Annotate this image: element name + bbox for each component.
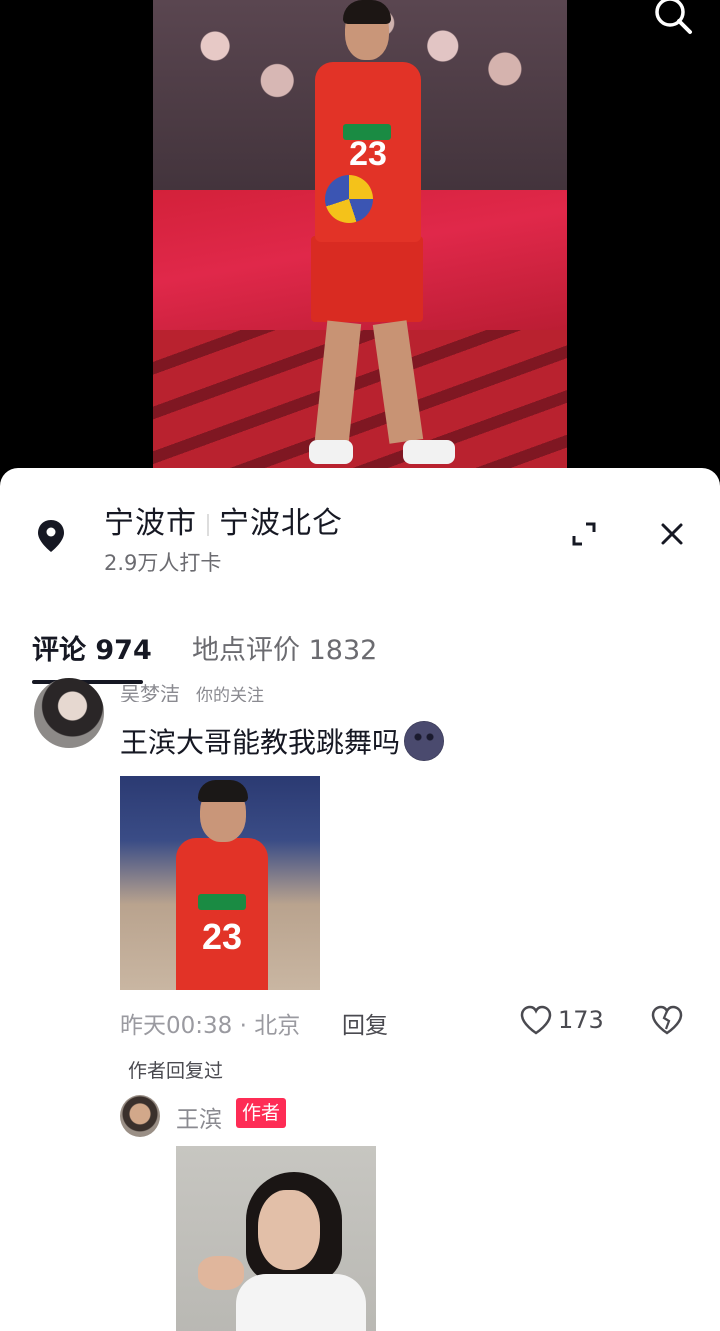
comment-text-row: 王滨大哥能教我跳舞吗 [120,721,445,761]
checkin-count: 2.9万人打卡 [104,551,222,575]
location-title[interactable]: 宁波市 宁波北仑 [104,498,343,542]
tab-comments[interactable]: 评论 974 [32,628,152,667]
location-separator [207,513,209,536]
location-pin-icon [36,518,66,554]
location-city: 宁波市 [104,506,197,541]
expand-icon [572,522,596,546]
following-tag: 你的关注 [196,686,264,702]
close-button[interactable] [656,518,688,550]
author-badge: 作者 [236,1098,287,1128]
search-button[interactable] [648,0,696,40]
commenter-name-row: 吴梦洁 你的关注 [120,678,264,702]
expand-button[interactable] [568,518,600,550]
commenter-avatar[interactable] [34,678,104,748]
broken-heart-icon [651,1005,683,1035]
close-icon [661,523,683,545]
comment-image-jersey-number: 23 [201,916,243,957]
comment-timestamp-location: 昨天00:38 · 北京 [120,1013,301,1039]
moon-face-emoji-icon [404,721,445,761]
jersey-number: 23 [349,135,387,173]
tab-place-reviews[interactable]: 地点评价 1832 [192,628,377,667]
video-frame: 23 [153,0,567,470]
commenter-username[interactable]: 吴梦洁 [120,682,180,702]
heart-icon [520,1005,552,1035]
reply-image[interactable] [176,1146,376,1331]
player-figure: 23 [303,0,455,470]
comment-image[interactable]: 23 [120,776,320,990]
video-player[interactable]: 23 [0,0,720,490]
author-username[interactable]: 王滨 [176,1100,222,1134]
author-avatar[interactable] [120,1095,160,1137]
author-replied-label: 作者回复过 [128,1060,224,1082]
search-icon [655,0,692,34]
dislike-button[interactable] [650,1003,684,1037]
volleyball [325,175,373,223]
like-button[interactable]: 173 [520,1002,604,1038]
like-count: 173 [558,1006,604,1034]
comment-text: 王滨大哥能教我跳舞吗 [120,726,401,759]
comments-sheet: 宁波市 宁波北仑 2.9万人打卡 评论 974 地点评价 1832 吴梦洁 你的关注… [0,468,720,1331]
comment-tabs: 评论 974 地点评价 1832 [0,618,720,688]
location-district: 宁波北仑 [219,506,343,541]
reply-button[interactable]: 回复 [342,1006,388,1040]
